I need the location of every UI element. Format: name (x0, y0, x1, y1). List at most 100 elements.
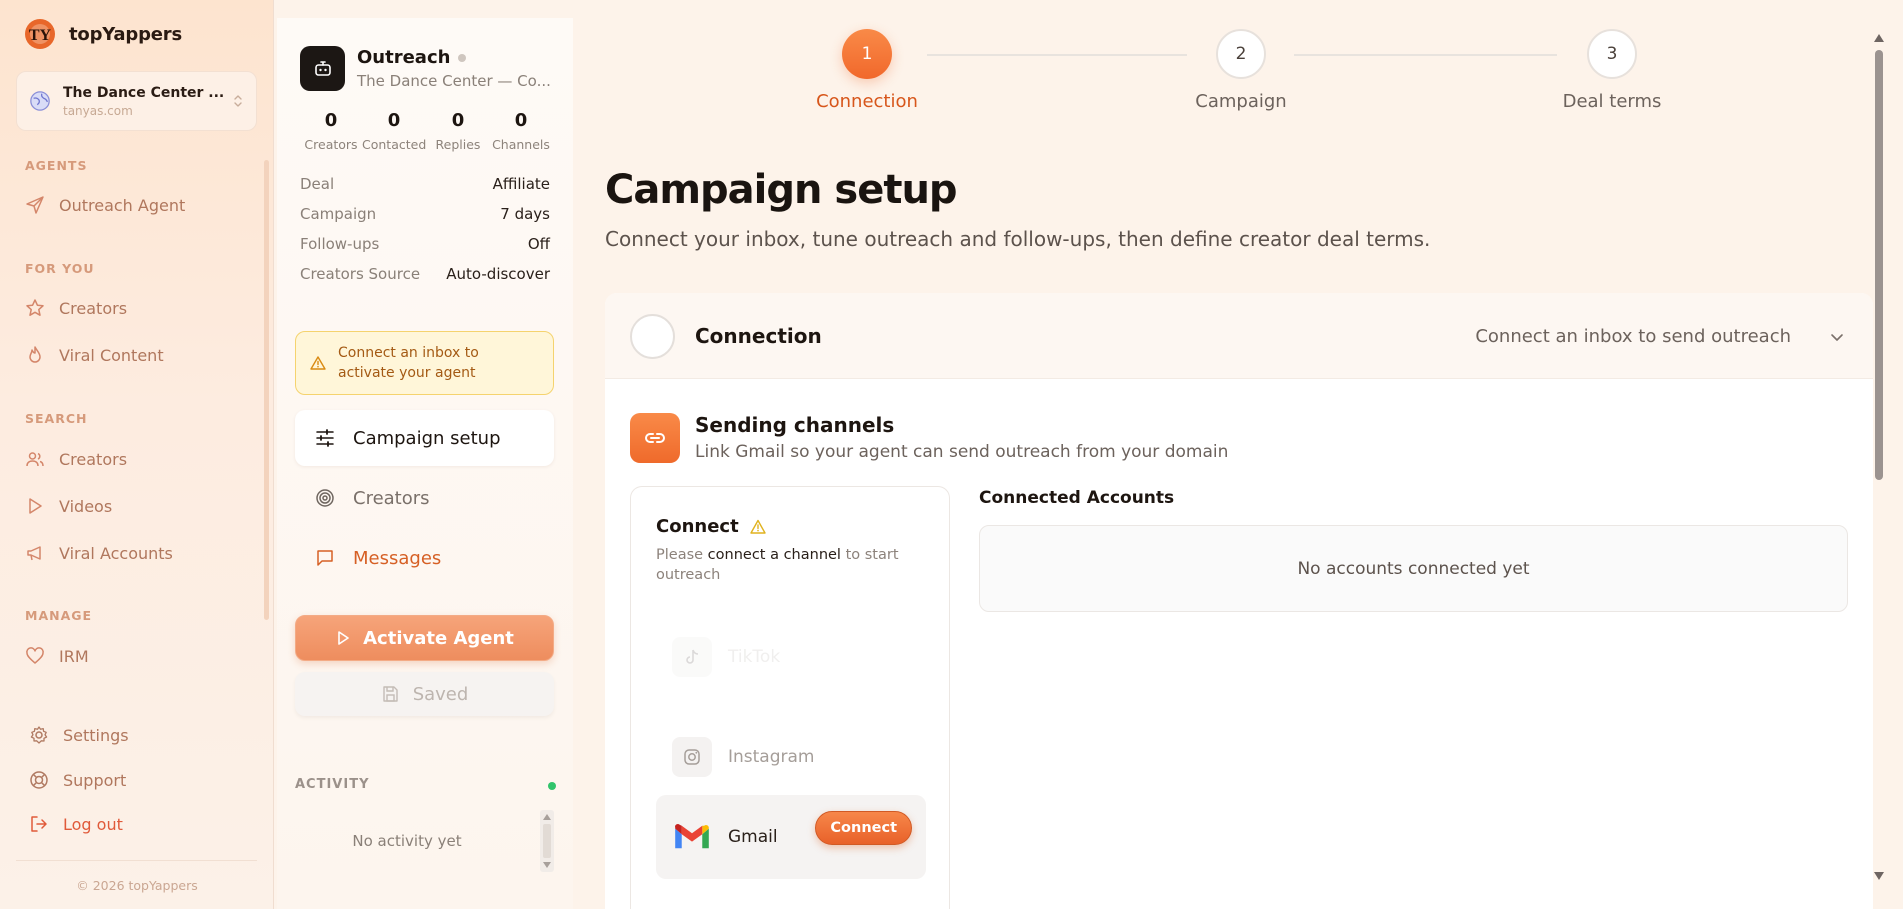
agent-avatar (300, 46, 345, 91)
stat-label: Replies (435, 137, 481, 152)
nav-item-viral-content[interactable]: Viral Content (25, 345, 164, 365)
connected-accounts-empty: No accounts connected yet (979, 525, 1848, 612)
channel-gmail[interactable]: Gmail Connect (656, 795, 926, 879)
menu-creators[interactable]: Creators (295, 470, 554, 526)
sidebar: TY topYappers The Dance Center ... tanya… (0, 0, 274, 909)
detail-key: Campaign (300, 205, 377, 223)
page-subtitle: Connect your inbox, tune outreach and fo… (605, 227, 1431, 251)
menu-label: Messages (353, 547, 442, 569)
link-icon (645, 433, 665, 443)
chevron-down-icon[interactable] (1829, 329, 1845, 345)
activity-scrollbar[interactable] (540, 810, 554, 872)
nav-item-logout[interactable]: Log out (29, 814, 123, 834)
step-1-circle[interactable]: 1 (842, 29, 892, 79)
connection-header[interactable]: Connection Connect an inbox to send outr… (605, 293, 1873, 379)
brand-logo-icon: TY (25, 19, 55, 49)
agent-title-text: Outreach (357, 47, 451, 68)
activity-empty-text: No activity yet (352, 832, 462, 850)
step-3-circle[interactable]: 3 (1587, 29, 1637, 79)
main-content: 1 Connection 2 Campaign 3 Deal terms Cam… (573, 0, 1903, 909)
nav-item-videos[interactable]: Videos (25, 496, 112, 516)
send-icon (26, 196, 44, 214)
nav-label: Outreach Agent (59, 195, 186, 215)
sidebar-divider (16, 860, 257, 861)
nav-label: Support (63, 770, 127, 790)
stat-creators: 0 Creators (300, 110, 362, 152)
globe-icon (30, 91, 50, 111)
main-scrollbar[interactable] (1873, 30, 1885, 880)
scroll-up-arrow-icon[interactable] (543, 814, 551, 820)
nav-item-search-creators[interactable]: Creators (25, 449, 127, 469)
agent-title: Outreach (357, 47, 551, 68)
step-3-label[interactable]: Deal terms (1512, 91, 1712, 112)
play-icon (338, 631, 349, 645)
scroll-thumb[interactable] (543, 824, 551, 858)
channel-label: TikTok (728, 647, 781, 667)
copyright: © 2026 topYappers (76, 878, 198, 893)
nav-label: Settings (63, 725, 129, 745)
nav-section-agents: AGENTS (25, 158, 88, 173)
connect-channel-box: Connect Please connect a channel to star… (630, 486, 950, 909)
menu-label: Creators (353, 487, 430, 509)
step-2-circle[interactable]: 2 (1216, 29, 1266, 79)
stat-value: 0 (514, 110, 528, 131)
save-icon (382, 686, 398, 702)
chevron-up-down-icon (234, 95, 242, 107)
heart-icon (26, 647, 44, 664)
workspace-name: The Dance Center ... (63, 84, 225, 101)
nav-item-creators[interactable]: Creators (25, 298, 127, 318)
bot-icon (314, 60, 331, 76)
connect-subtitle: Please connect a channel to start outrea… (656, 545, 916, 585)
nav-label: Creators (59, 298, 128, 318)
sending-channels-subtitle: Link Gmail so your agent can send outrea… (695, 442, 1229, 462)
connection-status-text: Connect an inbox to send outreach (1475, 326, 1791, 347)
menu-label: Campaign setup (353, 427, 501, 449)
step-2-label[interactable]: Campaign (1141, 91, 1341, 112)
logout-icon (31, 816, 47, 832)
nav-item-irm[interactable]: IRM (25, 646, 89, 666)
step-1-label[interactable]: Connection (767, 91, 967, 112)
channel-tiktok[interactable]: TikTok (656, 625, 926, 689)
scroll-up-arrow-icon[interactable] (1874, 34, 1884, 42)
brand[interactable]: TY topYappers (24, 18, 182, 50)
stat-value: 0 (451, 110, 465, 131)
connect-title: Connect (656, 516, 767, 537)
svg-text:TY: TY (29, 27, 52, 44)
nav-label: Log out (63, 814, 123, 834)
activate-agent-button[interactable]: Activate Agent (295, 615, 554, 661)
tiktok-icon (672, 637, 712, 677)
menu-messages[interactable]: Messages (295, 530, 554, 586)
nav-label: Viral Content (59, 345, 164, 365)
nav-item-settings[interactable]: Settings (29, 725, 129, 745)
message-square-icon (317, 550, 333, 566)
nav-item-outreach-agent[interactable]: Outreach Agent (25, 195, 185, 215)
nav-item-viral-accounts[interactable]: Viral Accounts (25, 543, 173, 563)
nav-label: Viral Accounts (59, 543, 173, 563)
connect-sub-link[interactable]: connect a channel (708, 547, 841, 563)
gmail-connect-button[interactable]: Connect (815, 811, 912, 845)
detail-key: Follow-ups (300, 235, 380, 253)
nav-label: Videos (59, 496, 113, 516)
menu-campaign-setup[interactable]: Campaign setup (295, 410, 554, 466)
agent-stats: 0 Creators 0 Contacted 0 Replies 0 Chann… (300, 110, 552, 152)
sidebar-scrollbar[interactable] (264, 160, 269, 620)
target-icon (316, 489, 334, 507)
nav-item-support[interactable]: Support (29, 770, 126, 790)
activity-live-dot (548, 782, 556, 790)
detail-value: Affiliate (492, 175, 550, 193)
scroll-thumb[interactable] (1875, 50, 1883, 480)
workspace-switcher[interactable]: The Dance Center ... tanyas.com (16, 71, 257, 131)
detail-value: Auto-discover (446, 265, 550, 283)
page-title: Campaign setup (605, 167, 958, 213)
saved-button[interactable]: Saved (295, 672, 554, 716)
channel-instagram[interactable]: Instagram (656, 725, 926, 789)
scroll-down-arrow-icon[interactable] (1874, 872, 1884, 880)
workspace-domain: tanyas.com (63, 103, 133, 118)
agent-header: Outreach The Dance Center — Co... (300, 46, 551, 91)
nav-label: Creators (59, 449, 128, 469)
scroll-down-arrow-icon[interactable] (543, 862, 551, 868)
warning-icon (310, 356, 326, 370)
nav-section-manage: MANAGE (25, 608, 93, 623)
lifebuoy-icon (30, 771, 48, 789)
stat-label: Channels (492, 137, 550, 152)
